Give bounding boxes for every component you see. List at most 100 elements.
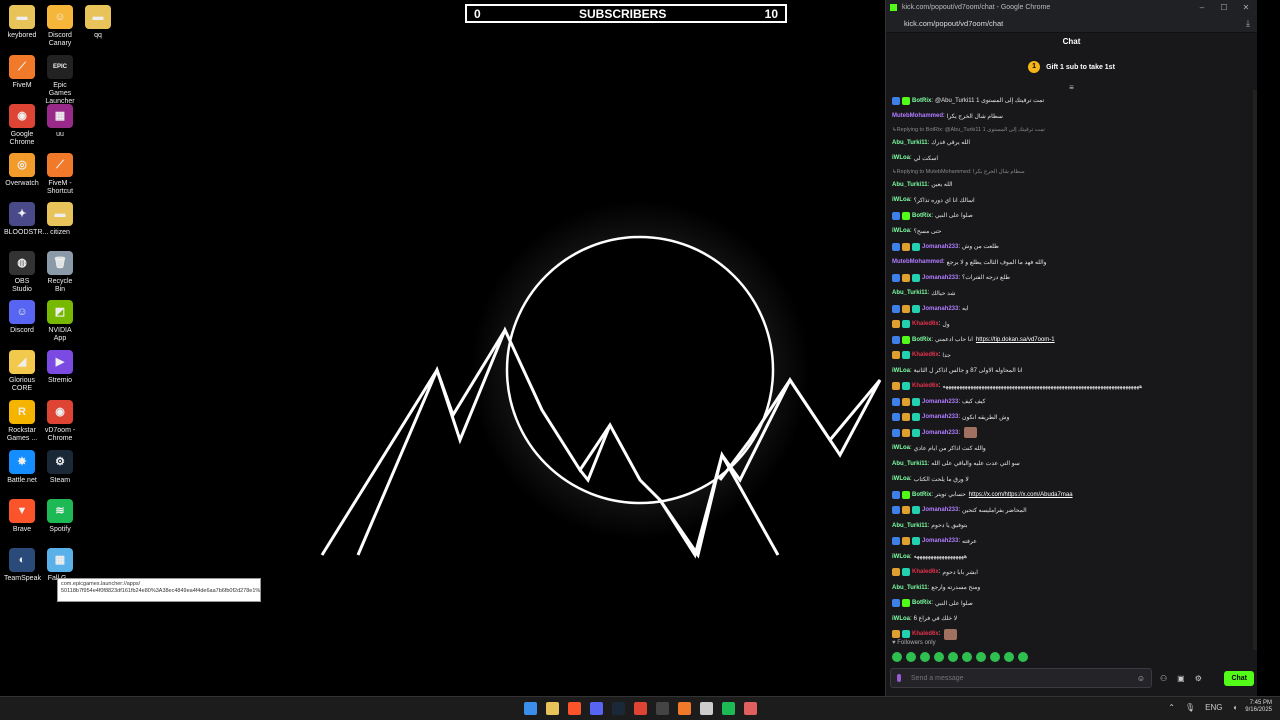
taskbar-app-icon[interactable] [722,702,735,715]
mod-badge-icon[interactable] [892,506,900,515]
chat-username[interactable]: iWLoa [892,368,910,374]
crown-badge-icon[interactable] [902,273,910,282]
gift-icon[interactable]: ▣ [1177,674,1185,683]
chat-username[interactable]: BotRix [912,600,931,606]
desktop-icon[interactable]: ◩ NVIDIA App [42,300,78,343]
desktop-icon[interactable]: ⚙ Steam [42,450,78,485]
ver-badge-icon[interactable] [902,490,910,499]
chat-username[interactable]: Jomanah233 [922,399,958,405]
chat-link[interactable]: https://tip.dokan.sa/vd7oom-1 [976,337,1055,343]
sub-badge-icon[interactable] [912,413,920,422]
tray-expand-icon[interactable]: ⌃ [1168,703,1175,712]
desktop-icon[interactable]: ⟋ FiveM - Shortcut [42,153,78,196]
sub-badge-icon[interactable] [912,537,920,546]
chat-username[interactable]: BotRix [912,98,931,104]
sub-badge-icon[interactable] [912,304,920,313]
chat-username[interactable]: iWLoa [892,197,910,203]
mod-badge-icon[interactable] [892,335,900,344]
chat-username[interactable]: Abu_Turki11 [892,523,928,529]
chat-username[interactable]: Jomanah233 [922,538,958,544]
mod-badge-icon[interactable] [892,211,900,220]
emote-icon[interactable] [948,652,958,662]
desktop-icon[interactable]: ✦ BLOODSTR... [4,202,48,237]
chat-username[interactable]: iWLoa [892,155,910,161]
mod-badge-icon[interactable] [892,304,900,313]
chat-username[interactable]: iWLoa [892,228,910,234]
chat-username[interactable]: Abu_Turki11 [892,140,928,146]
desktop-icon[interactable]: ≋ Spotify [42,499,78,534]
emote-image[interactable] [964,427,978,439]
crown-badge-icon[interactable] [892,351,900,360]
mod-badge-icon[interactable] [892,599,900,608]
mod-badge-icon[interactable] [892,490,900,499]
chat-username[interactable]: BotRix [912,492,931,498]
chat-username[interactable]: Khaled6x [912,383,939,389]
chat-username[interactable]: Khaled6x [912,352,939,358]
desktop-icon[interactable]: ▦ uu [42,104,78,139]
gift-leaderboard-banner[interactable]: 1 Gift 1 sub to take 1st [886,51,1257,83]
emote-icon[interactable] [990,652,1000,662]
mod-badge-icon[interactable] [892,96,900,105]
sub-badge-icon[interactable] [912,273,920,282]
chat-username[interactable]: Abu_Turki11 [892,585,928,591]
mod-badge-icon[interactable] [892,273,900,282]
crown-badge-icon[interactable] [902,428,910,437]
chat-username[interactable]: Jomanah233 [922,306,958,312]
desktop-icon[interactable]: ◎ Overwatch [4,153,40,188]
emote-icon[interactable] [934,652,944,662]
maximize-icon[interactable]: ☐ [1213,3,1235,12]
mic-tray-icon[interactable]: 🎙 [1185,703,1195,712]
sub-badge-icon[interactable] [902,630,910,639]
sub-badge-icon[interactable] [912,506,920,515]
sub-badge-icon[interactable] [912,397,920,406]
chat-username[interactable]: BotRix [912,213,931,219]
chat-username[interactable]: Abu_Turki11 [892,461,928,467]
desktop-icon[interactable]: ☺ Discord Canary [42,5,78,48]
chat-message-input[interactable] [901,673,1137,683]
desktop-icon[interactable]: ✸ Battle.net [4,450,40,485]
chat-username[interactable]: Khaled6x [912,321,939,327]
desktop-icon[interactable]: ◍ OBS Studio [4,251,40,294]
filter-icon[interactable]: ≡ [886,83,1257,93]
mod-badge-icon[interactable] [892,413,900,422]
settings-icon[interactable]: ⚙ [1195,674,1202,683]
mod-badge-icon[interactable] [892,397,900,406]
close-icon[interactable]: ✕ [1235,3,1257,12]
desktop-icon[interactable]: ◢ Glorious CORE [4,350,40,393]
taskbar-app-icon[interactable] [744,702,757,715]
taskbar-app-icon[interactable] [700,702,713,715]
emote-icon[interactable] [920,652,930,662]
chat-username[interactable]: Khaled6x [912,631,939,637]
sub-badge-icon[interactable] [912,428,920,437]
taskbar-app-icon[interactable] [590,702,603,715]
desktop-icon[interactable]: ▬ citizen [42,202,78,237]
crown-badge-icon[interactable] [892,568,900,577]
taskbar-app-icon[interactable] [546,702,559,715]
language-indicator[interactable]: ENG [1205,703,1222,712]
chat-username[interactable]: Jomanah233 [922,275,958,281]
desktop-icon[interactable]: ◉ Google Chrome [4,104,40,147]
sub-badge-icon[interactable] [902,382,910,391]
crown-badge-icon[interactable] [902,242,910,251]
chat-username[interactable]: Abu_Turki11 [892,182,928,188]
emoji-icon[interactable]: ☺ [1137,674,1145,683]
download-icon[interactable]: ⤓ [1246,18,1250,29]
chat-username[interactable]: BotRix [912,337,931,343]
emote-icon[interactable] [892,652,902,662]
ver-badge-icon[interactable] [902,599,910,608]
minimize-icon[interactable]: – [1191,3,1213,12]
desktop-icon[interactable]: EPIC Epic Games Launcher [42,55,78,106]
chat-username[interactable]: MutebMohammed [892,259,943,265]
desktop-icon[interactable]: ◉ vD7oom - Chrome [42,400,78,443]
send-chat-button[interactable]: Chat [1224,670,1254,686]
ver-badge-icon[interactable] [902,211,910,220]
ver-badge-icon[interactable] [902,335,910,344]
chat-username[interactable]: iWLoa [892,554,910,560]
chat-username[interactable]: iWLoa [892,445,910,451]
crown-badge-icon[interactable] [902,304,910,313]
chat-link[interactable]: https://x.com/https://x.com/Abuda7maa [969,492,1073,498]
taskbar-app-icon[interactable] [568,702,581,715]
emote-image[interactable] [944,628,958,640]
chat-input-box[interactable]: ☺ [890,668,1152,688]
taskbar-app-icon[interactable] [678,702,691,715]
